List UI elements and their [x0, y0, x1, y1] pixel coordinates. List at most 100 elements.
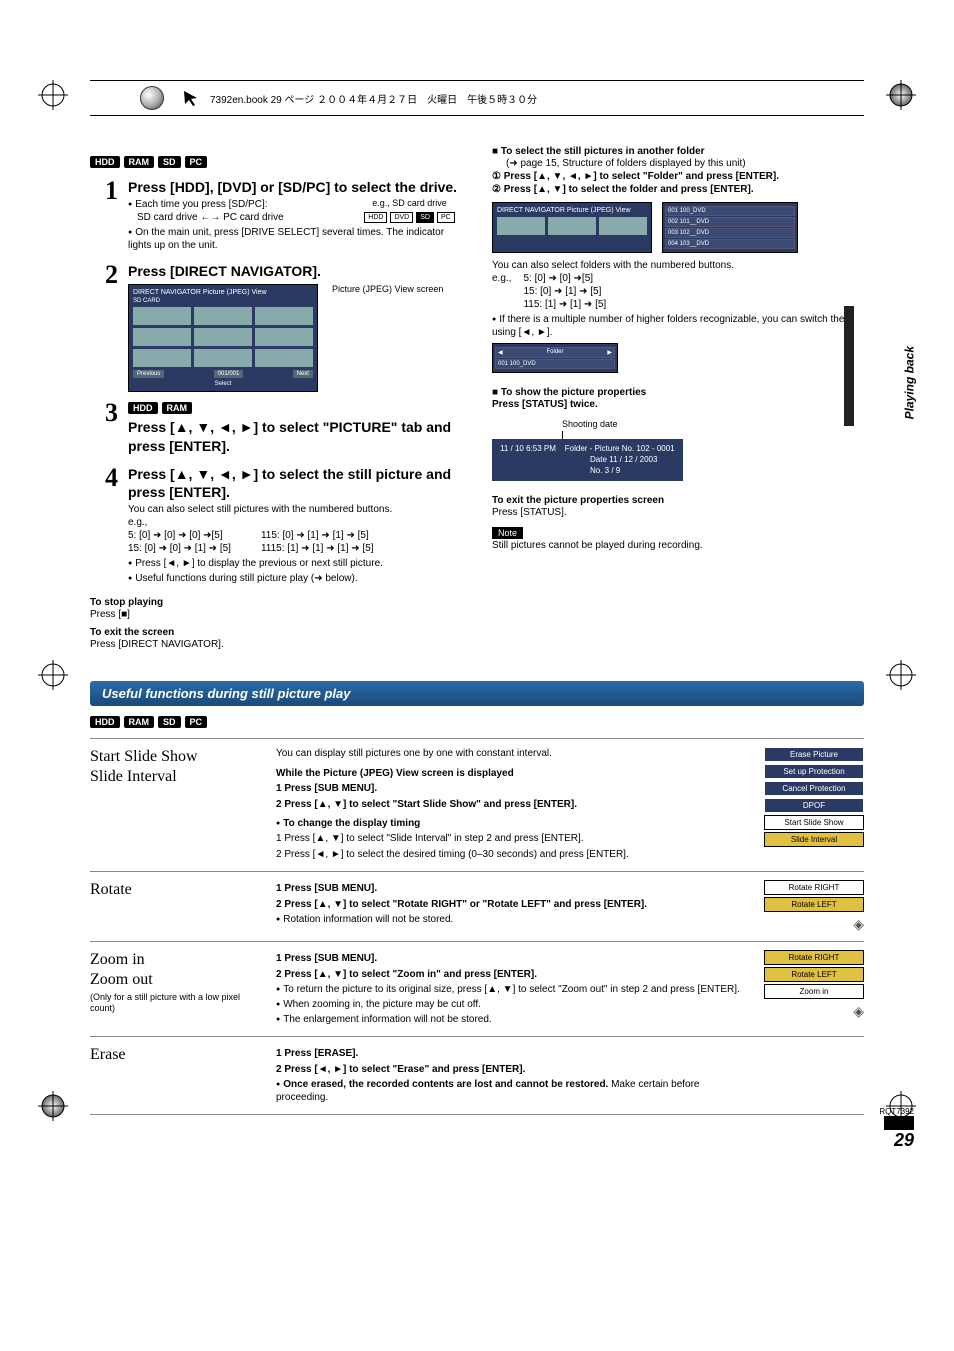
row-title-zoom-out: Zoom out	[90, 970, 260, 990]
exit-prop-heading: To exit the picture properties screen	[492, 495, 864, 506]
menu-slide-interval: Slide Interval	[764, 832, 864, 847]
registration-mark-icon	[886, 660, 916, 690]
nav-arrows-icon: ◈	[853, 1003, 864, 1020]
media-badges: HDD RAM SD PC	[90, 156, 462, 168]
row-zoom-note: (Only for a still picture with a low pix…	[90, 992, 260, 1014]
left-column: HDD RAM SD PC 1 Press [HDD], [DVD] or [S…	[90, 146, 462, 651]
r1-intro: You can display still pictures one by on…	[276, 747, 748, 761]
registration-mark-icon	[38, 660, 68, 690]
row-title-erase: Erase	[90, 1045, 260, 1106]
r3-b1: To return the picture to its original si…	[276, 983, 748, 996]
step-number: 1	[90, 178, 118, 254]
folder-switch-box: ◀Folder▶ 001 100_DVD	[492, 343, 618, 373]
row-title-1b: Slide Interval	[90, 767, 260, 787]
step-2-caption: Picture (JPEG) View screen	[332, 284, 443, 392]
folder-step-1: ① Press [▲, ▼, ◄, ►] to select "Folder" …	[492, 170, 864, 183]
drive-pc: PC	[437, 212, 455, 223]
r1-while: While the Picture (JPEG) View screen is …	[276, 767, 748, 781]
note-label: Note	[492, 527, 523, 539]
s1-bullet-2: On the main unit, press [DRIVE SELECT] s…	[128, 226, 462, 252]
badge-ram: RAM	[124, 716, 155, 728]
r1-i2: 2 Press [▲, ▼] to select "Start Slide Sh…	[276, 798, 748, 812]
r1-c1: 1 Press [▲, ▼] to select "Slide Interval…	[276, 832, 748, 846]
r3-menu: Rotate RIGHT Rotate LEFT Zoom in ◈	[764, 950, 864, 1028]
screen-title: DIRECT NAVIGATOR Picture (JPEG) View	[133, 289, 313, 296]
prop-sub: Press [STATUS] twice.	[492, 398, 864, 411]
row-title-zoom-in: Zoom in	[90, 950, 260, 970]
next-btn: Next	[293, 370, 313, 378]
r3-i2: 2 Press [▲, ▼] to select "Zoom in" and p…	[276, 968, 748, 982]
badge-pc: PC	[185, 716, 208, 728]
menu-rotate-left: Rotate LEFT	[764, 897, 864, 912]
step-2: 2 Press [DIRECT NAVIGATOR]. DIRECT NAVIG…	[90, 262, 462, 392]
step-number: 2	[90, 262, 118, 392]
page-count: 001/001	[214, 370, 244, 378]
registration-mark-icon	[38, 80, 68, 110]
row-slide-show: Start Slide Show Slide Interval You can …	[90, 739, 864, 872]
folder-after-1: You can also select folders with the num…	[492, 259, 864, 272]
r2-menu: Rotate RIGHT Rotate LEFT ◈	[764, 880, 864, 933]
prop-no: No. 3 / 9	[590, 465, 620, 476]
exit-prop-body: Press [STATUS].	[492, 506, 864, 519]
menu-zoom-in: Zoom in	[764, 984, 864, 999]
r1-c2: 2 Press [◄, ►] to select the desired tim…	[276, 848, 748, 862]
step-1: 1 Press [HDD], [DVD] or [SD/PC] to selec…	[90, 178, 462, 254]
prop-heading: To show the picture properties	[492, 387, 864, 398]
s4-eg: e.g.,	[128, 516, 462, 529]
side-tab: Playing back	[902, 346, 916, 419]
stop-block: To stop playing Press [■]	[90, 597, 462, 621]
menu-cancel-protection: Cancel Protection	[764, 781, 864, 796]
menu-set-protection: Set up Protection	[764, 764, 864, 779]
folder-sub: (➜ page 15, Structure of folders display…	[506, 157, 864, 170]
menu-start-slide-show: Start Slide Show	[764, 815, 864, 830]
r2-i2: 2 Press [▲, ▼] to select "Rotate RIGHT" …	[276, 898, 748, 912]
badge-ram: RAM	[162, 402, 193, 414]
scribe-line: 7392en.book 29 ページ ２００４年４月２７日 火曜日 午後５時３０…	[210, 91, 537, 106]
nav-screen-mock-small: DIRECT NAVIGATOR Picture (JPEG) View	[492, 202, 652, 253]
exit-heading: To exit the screen	[90, 627, 462, 638]
badge-sd: SD	[158, 156, 181, 168]
row-rotate: Rotate 1 Press [SUB MENU]. 2 Press [▲, ▼…	[90, 872, 864, 942]
after-eg: e.g.,	[492, 272, 511, 311]
media-badges-2: HDD RAM SD PC	[90, 716, 894, 728]
menu-rotate-right: Rotate RIGHT	[764, 880, 864, 895]
registration-mark-icon	[38, 1091, 68, 1121]
r2-b1: Rotation information will not be stored.	[276, 913, 748, 926]
step-number: 3	[90, 400, 118, 456]
r4-b1: Once erased, the recorded contents are l…	[276, 1078, 748, 1104]
menu-rotate-right: Rotate RIGHT	[764, 950, 864, 965]
note-text: Still pictures cannot be played during r…	[492, 539, 864, 552]
menu-rotate-left: Rotate LEFT	[764, 967, 864, 982]
badge-pc: PC	[185, 156, 208, 168]
r2-i1: 1 Press [SUB MENU].	[276, 882, 748, 896]
r3-b3: The enlargement information will not be …	[276, 1013, 748, 1026]
s4-ex-b: 15: [0] ➜ [0] ➜ [1] ➜ [5]	[128, 542, 231, 555]
folder-switch-note: If there is a multiple number of higher …	[492, 313, 864, 339]
section-heading: Useful functions during still picture pl…	[90, 681, 864, 706]
s4-ex-a: 5: [0] ➜ [0] ➜ [0] ➜[5]	[128, 529, 231, 542]
doc-code: RQT7392	[879, 1107, 914, 1116]
exit-block: To exit the screen Press [DIRECT NAVIGAT…	[90, 627, 462, 651]
thumb	[133, 307, 191, 325]
folder-item: 002 101__DVD	[665, 217, 795, 227]
drive-hdd: HDD	[364, 212, 387, 223]
folder-heading: To select the still pictures in another …	[492, 146, 864, 157]
step-3: 3 HDD RAM Press [▲, ▼, ◄, ►] to select "…	[90, 400, 462, 456]
row-title-rotate: Rotate	[90, 880, 260, 933]
prop-time: 11 / 10 6:53 PM	[500, 444, 556, 453]
step-4-title: Press [▲, ▼, ◄, ►] to select the still p…	[128, 465, 462, 501]
cursor-icon	[182, 89, 200, 107]
step-4: 4 Press [▲, ▼, ◄, ►] to select the still…	[90, 465, 462, 587]
folder-item: 003 102__DVD	[665, 228, 795, 238]
menu-dpof: DPOF	[764, 798, 864, 813]
step-number: 4	[90, 465, 118, 587]
s4-ex-c: 115: [0] ➜ [1] ➜ [1] ➜ [5]	[261, 529, 374, 542]
registration-mark-icon	[886, 80, 916, 110]
cd-icon	[140, 86, 164, 110]
r1-change-h: To change the display timing	[276, 817, 748, 830]
badge-hdd: HDD	[128, 402, 158, 414]
step-1-title: Press [HDD], [DVD] or [SD/PC] to select …	[128, 178, 462, 196]
prepress-header: 7392en.book 29 ページ ２００４年４月２７日 火曜日 午後５時３０…	[90, 80, 864, 116]
eg-label: e.g., SD card drive	[357, 198, 462, 208]
chapter-index-bar	[844, 306, 854, 426]
